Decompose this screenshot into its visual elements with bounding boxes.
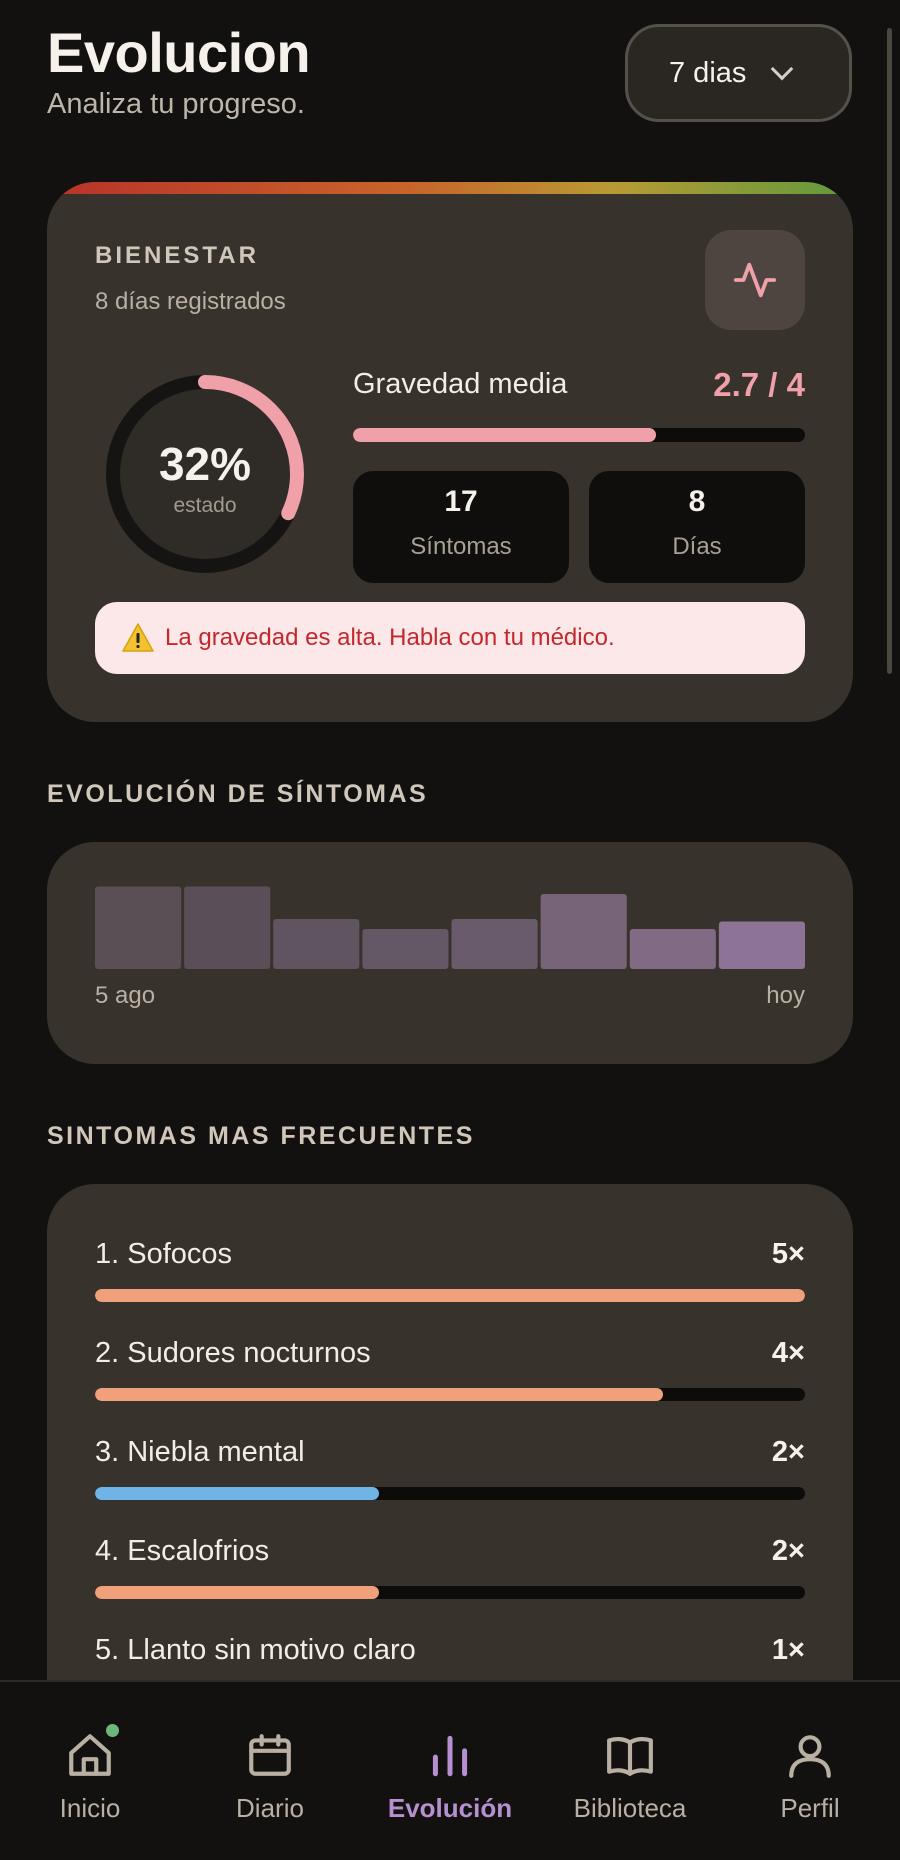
evolution-bar — [629, 929, 716, 969]
symptom-count: 2× — [771, 1535, 805, 1567]
stat-days-label: Días — [672, 533, 722, 560]
evolution-bar — [718, 921, 805, 969]
symptom-count: 5× — [771, 1238, 805, 1270]
evolution-card: 5 ago hoy — [47, 842, 853, 1064]
activity-icon — [733, 262, 777, 298]
calendar-icon — [249, 1734, 291, 1776]
severity-fill — [353, 428, 656, 442]
home-icon — [69, 1734, 111, 1776]
bar-chart-icon — [432, 1735, 468, 1777]
nav-item-perfil[interactable]: Perfil — [720, 1682, 900, 1832]
nav-item-evolucion[interactable]: Evolución — [360, 1682, 540, 1832]
stat-symptoms: 17 Síntomas — [353, 471, 569, 583]
symptom-track — [95, 1586, 805, 1599]
scrollbar[interactable] — [887, 28, 892, 674]
symptom-fill — [95, 1388, 663, 1401]
chevron-down-icon — [771, 57, 794, 80]
wellbeing-gradient-bar — [47, 182, 853, 194]
nav-label-evolucion: Evolución — [387, 1793, 513, 1823]
wellbeing-card: BIENESTAR 8 días registrados 32% estado … — [47, 182, 853, 722]
stat-days: 8 Días — [589, 471, 805, 583]
user-icon — [789, 1735, 831, 1778]
symptom-count: 4× — [771, 1337, 805, 1369]
evolution-bar — [451, 919, 538, 969]
warning-icon — [122, 623, 154, 652]
page-subtitle: Analiza tu progreso. — [47, 88, 305, 120]
nav-item-inicio[interactable]: Inicio — [0, 1682, 180, 1832]
symptom-fill — [95, 1487, 379, 1500]
nav-label-perfil: Perfil — [780, 1793, 840, 1823]
evolution-bar — [540, 894, 627, 969]
nav-item-diario[interactable]: Diario — [180, 1682, 360, 1832]
state-percent: 32% — [158, 438, 252, 490]
activity-button[interactable] — [705, 230, 805, 330]
symptom-name: 1. Sofocos — [95, 1238, 233, 1270]
symptom-item[interactable]: 2. Sudores nocturnos 4× — [95, 1337, 805, 1407]
symptom-track — [95, 1487, 805, 1500]
symptom-count: 2× — [771, 1436, 805, 1468]
symptom-track — [95, 1289, 805, 1302]
nav-label-biblioteca: Biblioteca — [573, 1793, 687, 1823]
symptom-name: 3. Niebla mental — [95, 1436, 305, 1468]
evolution-section-title: EVOLUCIÓN DE SÍNTOMAS — [47, 780, 429, 808]
bottom-nav: Inicio Diario Evolución Biblioteca Perfi… — [0, 1680, 900, 1860]
range-select[interactable]: 7 dias — [625, 24, 852, 122]
stat-days-value: 8 — [688, 485, 706, 518]
evolution-screen: Evolucion Analiza tu progreso. 7 dias BI… — [0, 0, 900, 1860]
wellbeing-label: BIENESTAR — [95, 242, 259, 269]
symptom-name: 4. Escalofrios — [95, 1535, 270, 1567]
nav-item-biblioteca[interactable]: Biblioteca — [540, 1682, 720, 1832]
symptom-fill — [95, 1289, 805, 1302]
symptom-fill — [95, 1586, 379, 1599]
range-select-value: 7 dias — [669, 56, 747, 89]
frequent-section-title: SINTOMAS MAS FRECUENTES — [47, 1122, 475, 1150]
stat-symptoms-value: 17 — [444, 485, 478, 518]
nav-label-inicio: Inicio — [59, 1793, 121, 1823]
evolution-chart — [95, 886, 805, 969]
severity-alert: La gravedad es alta. Habla con tu médico… — [95, 602, 805, 674]
evolution-bar — [184, 886, 271, 969]
severity-value: 2.7 / 4 — [713, 366, 805, 403]
symptom-item[interactable]: 3. Niebla mental 2× — [95, 1436, 805, 1506]
symptom-track — [95, 1388, 805, 1401]
days-registered: 8 días registrados — [95, 288, 286, 315]
stat-symptoms-label: Síntomas — [410, 533, 512, 560]
symptom-item[interactable]: 4. Escalofrios 2× — [95, 1535, 805, 1605]
symptom-item[interactable]: 1. Sofocos 5× — [95, 1238, 805, 1308]
severity-track — [353, 428, 805, 442]
nav-label-diario: Diario — [236, 1793, 304, 1823]
symptom-name: 5. Llanto sin motivo claro — [95, 1634, 416, 1666]
page-title: Evolucion — [47, 21, 311, 84]
evolution-bar — [362, 929, 449, 969]
evolution-bar — [273, 919, 360, 969]
state-label: estado — [173, 494, 237, 517]
notification-dot — [106, 1724, 119, 1737]
evolution-bar — [95, 886, 182, 969]
book-icon — [607, 1736, 653, 1776]
evolution-end-label: hoy — [766, 982, 805, 1009]
symptom-name: 2. Sudores nocturnos — [95, 1337, 371, 1369]
symptom-count: 1× — [771, 1634, 805, 1666]
severity-label: Gravedad media — [353, 368, 568, 400]
alert-text: La gravedad es alta. Habla con tu médico… — [165, 624, 615, 651]
evolution-start-label: 5 ago — [95, 982, 156, 1009]
